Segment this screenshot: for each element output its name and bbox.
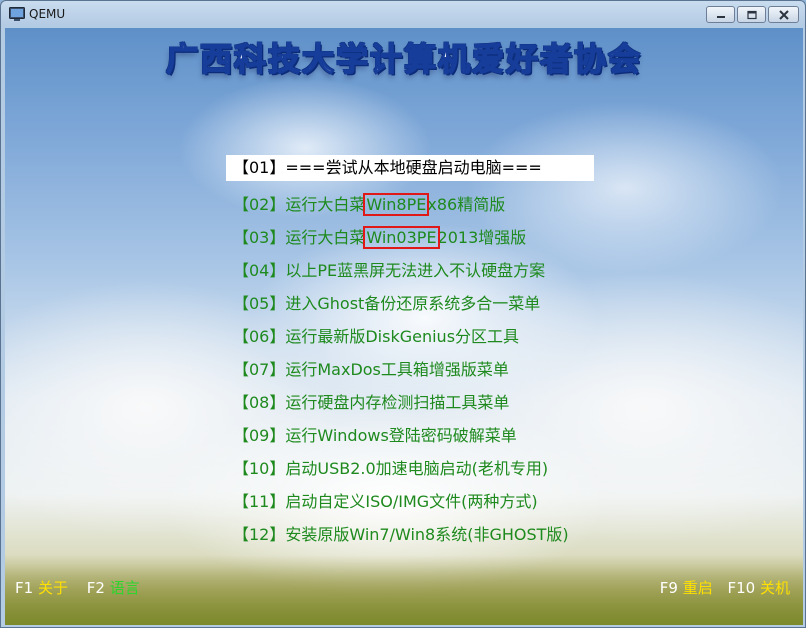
menu-item-label: 【10】启动USB2.0加速电脑启动(老机专用) (233, 459, 549, 478)
menu-item-03[interactable]: 【03】运行大白菜Win03PE2013增强版 (226, 221, 602, 254)
menu-item-02[interactable]: 【02】运行大白菜Win8PEx86精简版 (226, 188, 602, 221)
hotkey-f1-key[interactable]: F1 (15, 579, 33, 597)
maximize-icon (746, 10, 757, 19)
hotkey-f10-label[interactable]: 关机 (760, 579, 790, 597)
menu-item-06[interactable]: 【06】运行最新版DiskGenius分区工具 (226, 320, 602, 353)
menu-item-label-pre: 【02】运行大白菜 (233, 195, 366, 214)
menu-item-label-pre: 【03】运行大白菜 (233, 228, 366, 247)
boot-menu-screen: 广西科技大学计算机爱好者协会 【01】===尝试从本地硬盘启动电脑=== 【02… (5, 28, 803, 625)
menu-item-11[interactable]: 【11】启动自定义ISO/IMG文件(两种方式) (226, 485, 602, 518)
menu-item-label: 【01】===尝试从本地硬盘启动电脑=== (233, 158, 542, 177)
menu-item-12[interactable]: 【12】安装原版Win7/Win8系统(非GHOST版) (226, 518, 602, 551)
hotkey-f1-label[interactable]: 关于 (38, 579, 68, 597)
banner: 广西科技大学计算机爱好者协会 (5, 34, 803, 84)
boot-menu: 【01】===尝试从本地硬盘启动电脑=== 【02】运行大白菜Win8PEx86… (226, 155, 602, 551)
menu-item-highlight: Win8PE (363, 193, 430, 216)
hotkey-f2-label[interactable]: 语言 (110, 579, 140, 597)
menu-item-04[interactable]: 【04】以上PE蓝黑屏无法进入不认硬盘方案 (226, 254, 602, 287)
menu-item-label: 【07】运行MaxDos工具箱增强版菜单 (233, 360, 509, 379)
menu-item-label: 【05】进入Ghost备份还原系统多合一菜单 (233, 294, 541, 313)
menu-item-label: 【06】运行最新版DiskGenius分区工具 (233, 327, 520, 346)
hotkey-f10-key[interactable]: F10 (727, 579, 755, 597)
close-button[interactable] (768, 6, 799, 23)
menu-item-01[interactable]: 【01】===尝试从本地硬盘启动电脑=== (226, 155, 594, 181)
window-title: QEMU (29, 7, 66, 21)
menu-item-05[interactable]: 【05】进入Ghost备份还原系统多合一菜单 (226, 287, 602, 320)
menu-item-07[interactable]: 【07】运行MaxDos工具箱增强版菜单 (226, 353, 602, 386)
menu-item-label: 【04】以上PE蓝黑屏无法进入不认硬盘方案 (233, 261, 546, 280)
menu-item-label: 【12】安装原版Win7/Win8系统(非GHOST版) (233, 525, 569, 544)
hotkey-f9-key[interactable]: F9 (660, 579, 678, 597)
menu-item-label: 【09】运行Windows登陆密码破解菜单 (233, 426, 517, 445)
title-bar[interactable]: QEMU (1, 1, 805, 28)
minimize-button[interactable] (706, 6, 735, 23)
menu-item-08[interactable]: 【08】运行硬盘内存检测扫描工具菜单 (226, 386, 602, 419)
menu-item-10[interactable]: 【10】启动USB2.0加速电脑启动(老机专用) (226, 452, 602, 485)
maximize-button[interactable] (737, 6, 766, 23)
menu-item-label: 【11】启动自定义ISO/IMG文件(两种方式) (233, 492, 538, 511)
qemu-window: QEMU 广西科技大学计算机爱好者协会 【01】===尝试从本地硬盘启动电脑==… (0, 0, 806, 628)
qemu-app-icon (9, 7, 25, 21)
hotkeys-right: F9 重启 F10 关机 (660, 577, 790, 598)
menu-item-label: 【08】运行硬盘内存检测扫描工具菜单 (233, 393, 510, 412)
close-icon (778, 9, 789, 20)
menu-item-label-post: 2013增强版 (437, 228, 527, 247)
menu-item-label-post: x86精简版 (427, 195, 506, 214)
menu-item-highlight: Win03PE (363, 226, 440, 249)
minimize-icon (716, 15, 725, 18)
hotkey-f9-label[interactable]: 重启 (683, 579, 713, 597)
hotkeys-left: F1 关于 F2 语言 (15, 577, 154, 598)
menu-item-09[interactable]: 【09】运行Windows登陆密码破解菜单 (226, 419, 602, 452)
hotkey-f2-key[interactable]: F2 (87, 579, 105, 597)
banner-title: 广西科技大学计算机爱好者协会 (165, 39, 642, 79)
